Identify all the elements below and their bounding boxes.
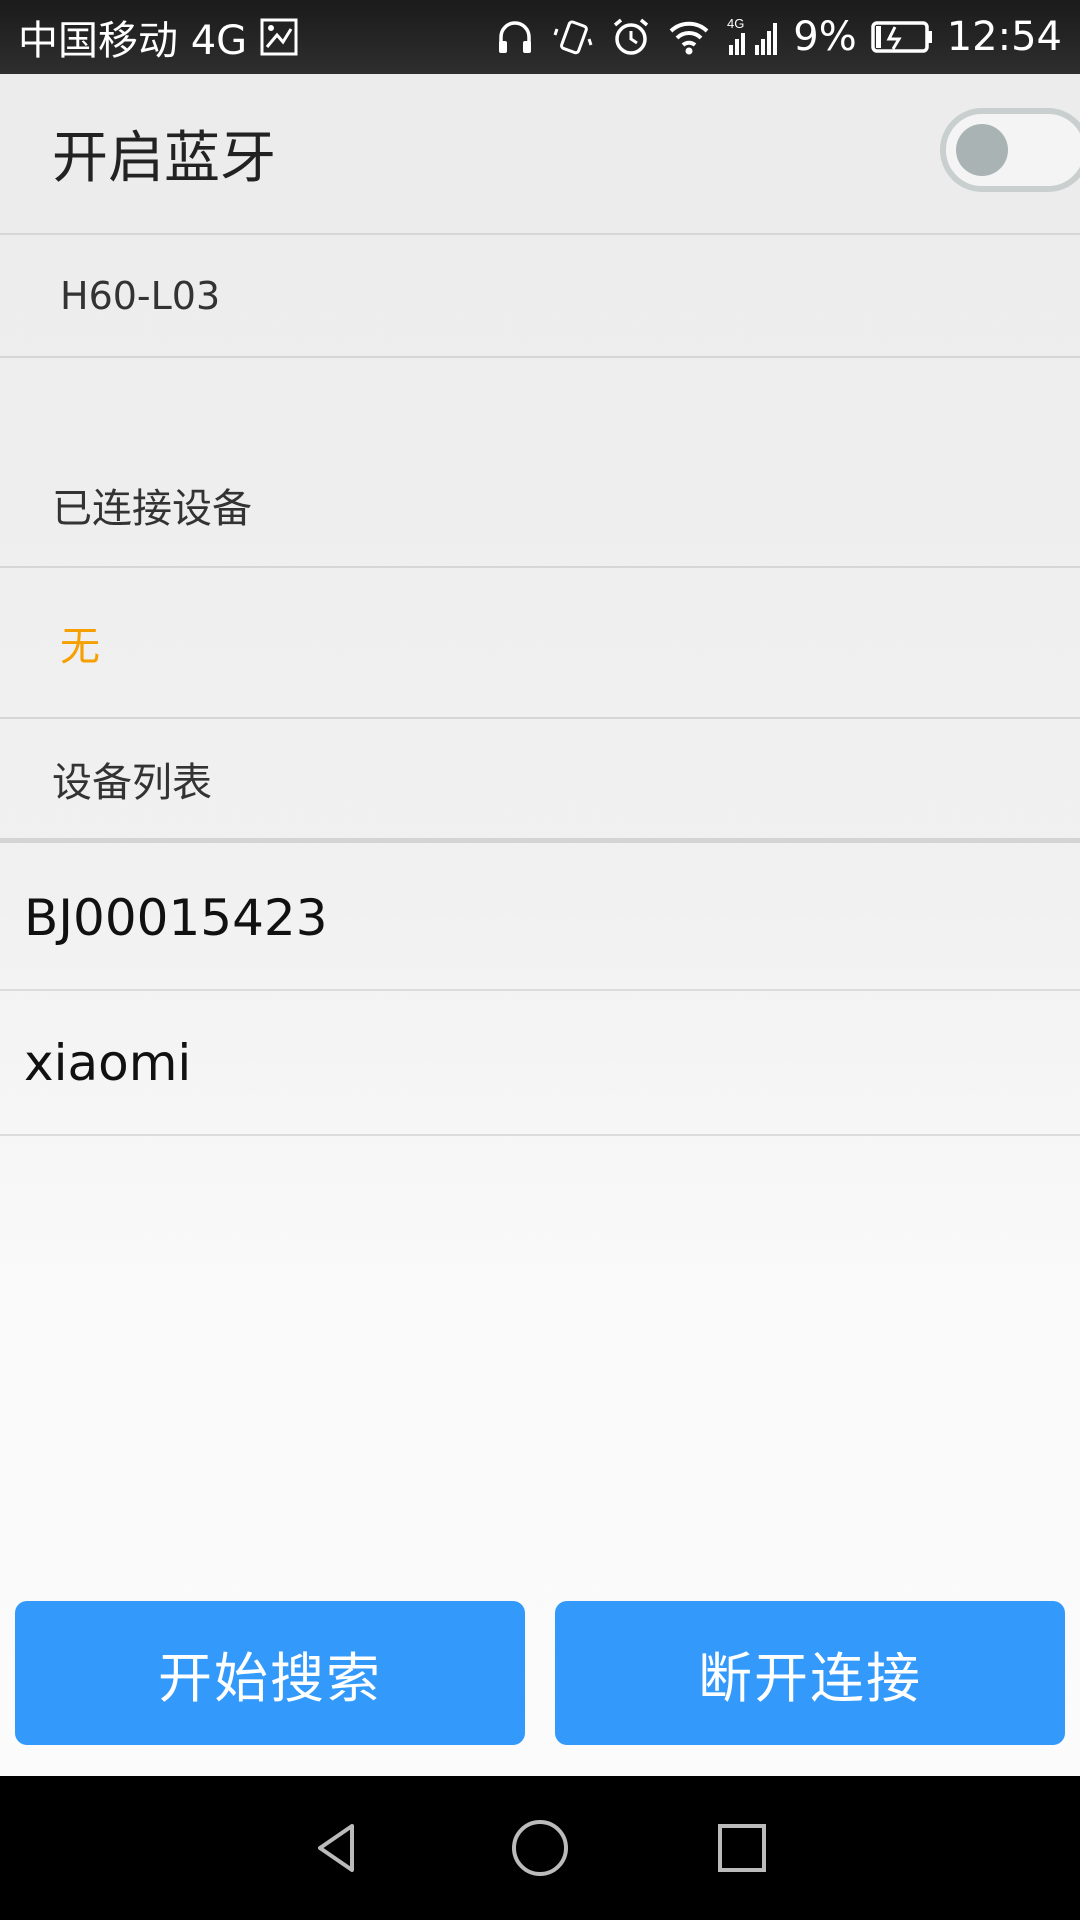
alarm-icon <box>609 15 653 59</box>
local-device-name-row: H60-L03 <box>0 235 1080 358</box>
device-name: xiaomi <box>24 1033 192 1092</box>
status-left: 中国移动 4G <box>18 8 301 66</box>
device-list-header: 设备列表 <box>0 719 1080 843</box>
connected-devices-header: 已连接设备 <box>0 358 1080 568</box>
status-right: 4G 9% 12:54 <box>493 14 1062 60</box>
back-icon[interactable] <box>296 1806 380 1890</box>
signal-tag: 4G <box>727 16 744 31</box>
clock: 12:54 <box>946 14 1062 60</box>
local-device-name: H60-L03 <box>60 273 221 318</box>
wifi-icon <box>667 15 711 59</box>
battery-charging-icon <box>870 15 933 59</box>
list-item[interactable]: BJ00015423 <box>0 846 1080 991</box>
navigation-bar <box>0 1776 1080 1920</box>
device-list-title: 设备列表 <box>52 759 212 806</box>
carrier-label: 中国移动 4G <box>18 18 248 64</box>
recents-icon[interactable] <box>700 1806 784 1890</box>
connected-device-value: 无 <box>60 623 100 670</box>
bluetooth-switch[interactable] <box>940 108 1080 192</box>
headphones-icon <box>493 15 537 59</box>
bluetooth-toggle-label: 开启蓝牙 <box>52 126 276 191</box>
vibrate-icon <box>551 15 595 59</box>
battery-percent: 9% <box>793 14 857 60</box>
bluetooth-toggle-row[interactable]: 开启蓝牙 <box>0 74 1080 235</box>
device-name: BJ00015423 <box>24 888 328 947</box>
home-icon[interactable] <box>498 1806 582 1890</box>
status-bar: 中国移动 4G 4G 9% 12:54 <box>0 0 1080 74</box>
switch-knob <box>956 124 1008 176</box>
gallery-notification-icon <box>257 15 301 59</box>
list-item[interactable]: xiaomi <box>0 991 1080 1136</box>
connected-device-row: 无 <box>0 568 1080 719</box>
cellular-signal-icon: 4G <box>725 15 779 59</box>
start-search-button[interactable]: 开始搜索 <box>15 1601 525 1745</box>
disconnect-button[interactable]: 断开连接 <box>555 1601 1065 1745</box>
connected-devices-title: 已连接设备 <box>52 486 252 532</box>
